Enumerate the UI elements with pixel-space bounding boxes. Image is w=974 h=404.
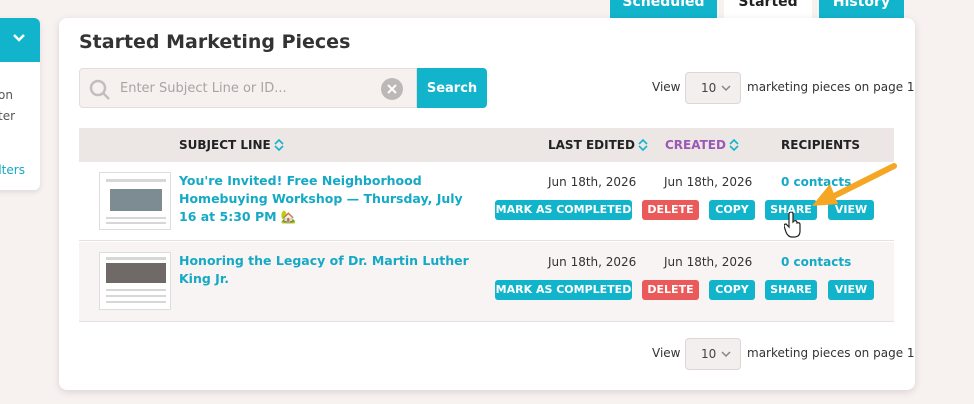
table-row: You're Invited! Free Neighborhood Homebu… bbox=[79, 162, 894, 241]
thumbnail-text-line bbox=[106, 217, 166, 219]
created-date: Jun 18th, 2026 bbox=[664, 175, 753, 189]
page-size-control: View 10 marketing pieces on page 1 bbox=[652, 72, 915, 104]
last-edited-header[interactable]: LAST EDITED bbox=[548, 138, 648, 152]
subject-line-header[interactable]: SUBJECT LINE bbox=[179, 138, 284, 152]
table-header: SUBJECT LINE LAST EDITED CREATED RECIPIE… bbox=[79, 128, 894, 162]
search-icon bbox=[89, 79, 110, 100]
page-size-value: 10 bbox=[701, 347, 717, 361]
subject-link[interactable]: Honoring the Legacy of Dr. Martin Luther… bbox=[179, 252, 479, 288]
thumbnail-photo bbox=[106, 263, 166, 283]
search-box bbox=[79, 68, 417, 108]
filter-panel-text: ter bbox=[0, 109, 16, 123]
tab-label: History bbox=[832, 0, 891, 10]
view-label: View bbox=[652, 80, 681, 94]
header-label: SUBJECT LINE bbox=[179, 138, 271, 152]
tab-label: Started bbox=[738, 0, 798, 10]
chevron-down-icon bbox=[13, 34, 25, 42]
view-label: View bbox=[652, 346, 681, 360]
hand-cursor-icon bbox=[784, 212, 801, 238]
chevron-down-icon bbox=[721, 85, 731, 92]
created-header[interactable]: CREATED bbox=[665, 138, 739, 152]
tab-history[interactable]: History bbox=[819, 0, 904, 18]
last-edited-date: Jun 18th, 2026 bbox=[548, 175, 637, 189]
email-thumbnail[interactable] bbox=[99, 172, 171, 230]
copy-button[interactable]: COPY bbox=[709, 280, 755, 300]
annotation-arrow-icon bbox=[812, 163, 897, 206]
last-edited-date: Jun 18th, 2026 bbox=[548, 255, 637, 269]
tab-started[interactable]: Started bbox=[724, 0, 812, 18]
thumbnail-header-bar bbox=[106, 257, 166, 260]
mark-completed-button[interactable]: MARK AS COMPLETED bbox=[495, 200, 632, 220]
tab-scheduled[interactable]: Scheduled bbox=[610, 0, 717, 18]
page-title: Started Marketing Pieces bbox=[79, 31, 351, 53]
search-input[interactable] bbox=[120, 78, 370, 98]
sort-icon bbox=[638, 138, 648, 152]
page-size-select[interactable]: 10 bbox=[685, 338, 741, 370]
copy-button[interactable]: COPY bbox=[709, 200, 755, 220]
page-size-suffix: marketing pieces on page 1 bbox=[747, 80, 915, 94]
delete-button[interactable]: DELETE bbox=[642, 200, 699, 220]
thumbnail-text-line bbox=[106, 295, 166, 297]
page-size-control: View 10 marketing pieces on page 1 bbox=[652, 338, 915, 370]
search-button[interactable]: Search bbox=[417, 68, 487, 108]
thumbnail-photo bbox=[110, 189, 162, 211]
chevron-down-icon bbox=[721, 351, 731, 358]
recipients-header: RECIPIENTS bbox=[781, 138, 861, 152]
page-size-select[interactable]: 10 bbox=[685, 72, 741, 104]
thumbnail-text-line bbox=[106, 301, 166, 303]
thumbnail-header-bar bbox=[106, 179, 166, 182]
clear-search-icon[interactable] bbox=[381, 78, 403, 100]
filter-panel: on ter ilters bbox=[0, 18, 40, 190]
filter-panel-text: on bbox=[0, 88, 13, 102]
mark-completed-button[interactable]: MARK AS COMPLETED bbox=[495, 280, 632, 300]
sort-icon bbox=[729, 138, 739, 152]
share-button[interactable]: SHARE bbox=[765, 280, 817, 300]
filter-toggle-button[interactable] bbox=[0, 18, 40, 62]
header-label: CREATED bbox=[665, 138, 726, 152]
email-thumbnail[interactable] bbox=[99, 252, 171, 310]
thumbnail-text-line bbox=[106, 289, 166, 291]
filters-link[interactable]: ilters bbox=[0, 163, 25, 177]
sort-icon bbox=[274, 138, 284, 152]
subject-link[interactable]: You're Invited! Free Neighborhood Homebu… bbox=[179, 172, 479, 226]
started-pieces-card: Started Marketing Pieces Search View 10 … bbox=[59, 18, 915, 390]
page-size-value: 10 bbox=[701, 81, 717, 95]
recipients-link[interactable]: 0 contacts bbox=[781, 255, 851, 269]
view-button[interactable]: VIEW bbox=[828, 280, 874, 300]
table-row: Honoring the Legacy of Dr. Martin Luther… bbox=[79, 242, 894, 322]
delete-button[interactable]: DELETE bbox=[642, 280, 699, 300]
created-date: Jun 18th, 2026 bbox=[664, 255, 753, 269]
tab-label: Scheduled bbox=[622, 0, 705, 10]
header-label: LAST EDITED bbox=[548, 138, 635, 152]
page-size-suffix: marketing pieces on page 1 bbox=[747, 346, 915, 360]
thumbnail-text-line bbox=[106, 222, 166, 224]
